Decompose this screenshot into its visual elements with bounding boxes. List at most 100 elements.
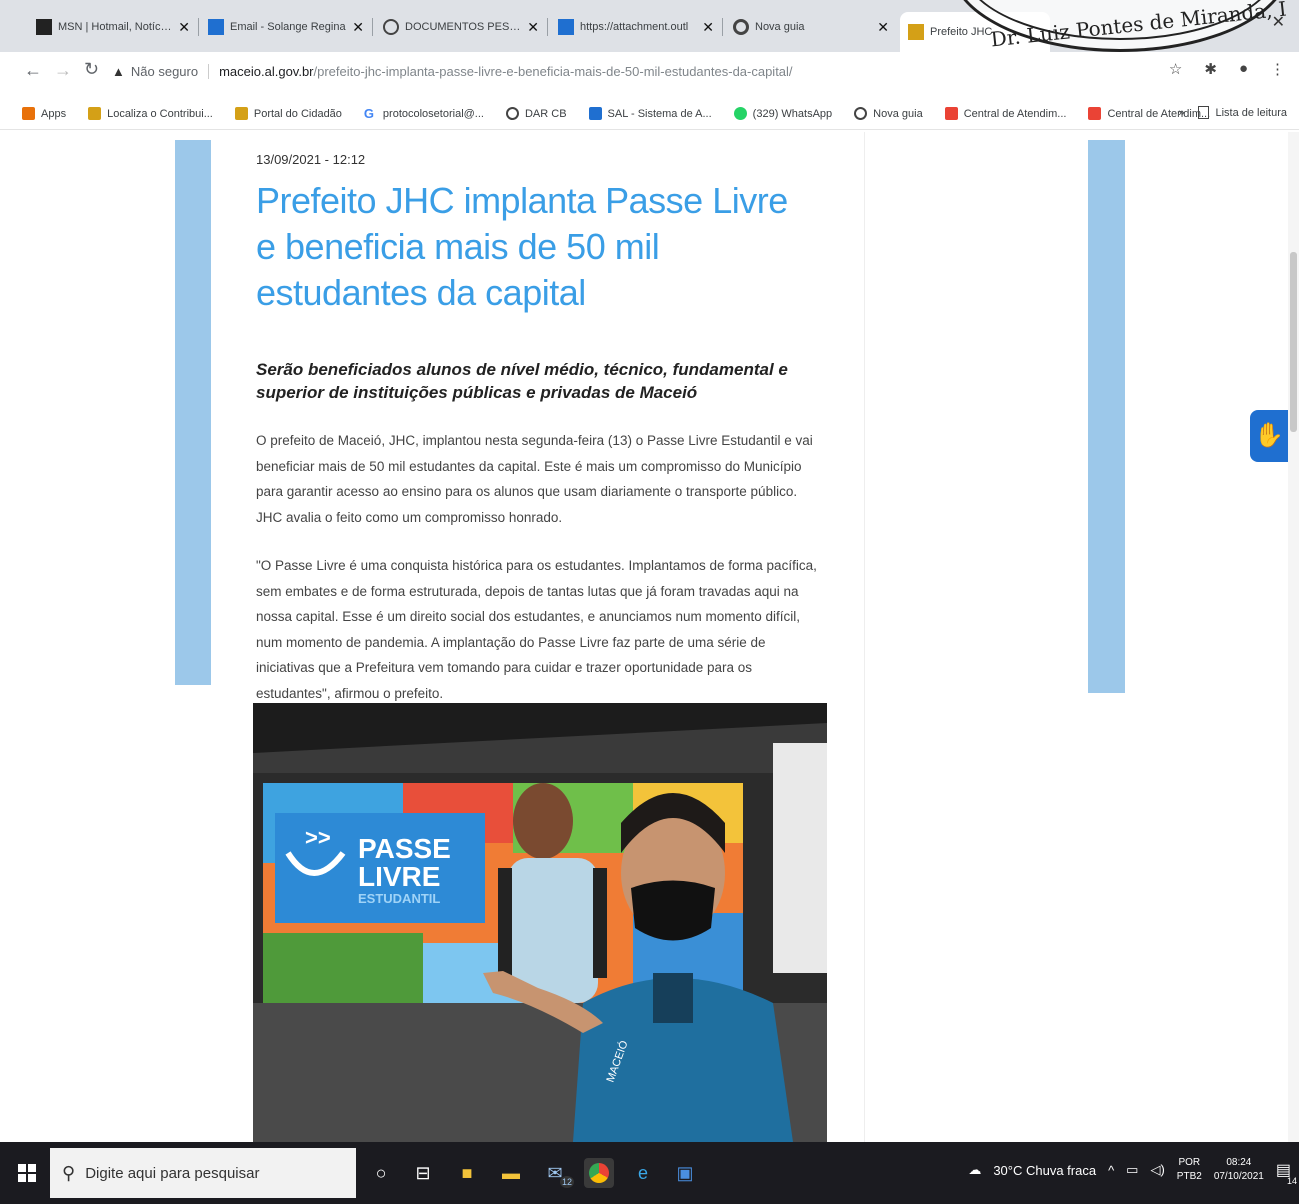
left-accent-bar xyxy=(175,140,211,685)
close-icon[interactable]: ✕ xyxy=(527,19,539,36)
close-icon[interactable]: ✕ xyxy=(877,19,889,36)
tab-label: Nova guia xyxy=(755,21,805,33)
article-subtitle: Serão beneficiados alunos de nível médio… xyxy=(256,360,788,402)
msn-icon xyxy=(36,19,52,35)
bookmark-item[interactable]: DAR CB xyxy=(505,107,567,120)
chrome-icon xyxy=(733,19,749,35)
tab-label: https://attachment.outl xyxy=(580,21,689,33)
tab-email[interactable]: Email - Solange Regina ✕ xyxy=(200,10,372,44)
menu-icon[interactable]: ⋮ xyxy=(1270,60,1285,78)
bookmark-item[interactable]: Gprotocolosetorial@... xyxy=(363,107,484,120)
tab-documentos[interactable]: DOCUMENTOS PESSOAIS ✕ xyxy=(375,10,547,44)
tab-label: Email - Solange Regina xyxy=(230,21,346,33)
tray-chevron-icon[interactable]: ^ xyxy=(1108,1163,1114,1178)
screenshot-root: MSN | Hotmail, Notícias ✕ Email - Solang… xyxy=(0,0,1299,1204)
network-icon[interactable]: ▭ xyxy=(1126,1162,1138,1178)
cortana-icon[interactable]: ○ xyxy=(366,1158,396,1188)
more-bookmarks-button[interactable]: » xyxy=(1178,107,1184,119)
banner-text: ESTUDANTIL xyxy=(358,891,440,906)
article-paragraph: O prefeito de Maceió, JHC, implantou nes… xyxy=(256,433,813,525)
article-title: Prefeito JHC implanta Passe Livre e bene… xyxy=(256,180,788,313)
task-view-icon[interactable]: ⊟ xyxy=(408,1158,438,1188)
tab-label: MSN | Hotmail, Notícias xyxy=(58,21,173,33)
windows-taskbar: ⚲ Digite aqui para pesquisar ○ ⊟ ■ ▬ ✉ 12… xyxy=(0,1142,1299,1204)
banner-text: PASSE xyxy=(358,833,451,864)
language-indicator[interactable]: POR PTB2 xyxy=(1177,1156,1202,1184)
right-accent-bar xyxy=(1088,140,1125,693)
bookmark-item[interactable]: Portal do Cidadão xyxy=(234,107,342,120)
notification-icon[interactable]: ▤ 14 xyxy=(1276,1160,1297,1186)
globe-icon xyxy=(383,19,399,35)
photo-illustration: >> PASSE LIVRE ESTUDANTIL MACEIÓ xyxy=(253,703,827,1142)
reload-icon[interactable]: ↻ xyxy=(84,59,99,80)
url-path: /prefeito-jhc-implanta-passe-livre-e-ben… xyxy=(313,63,793,79)
star-icon[interactable]: ☆ xyxy=(1169,60,1182,78)
bookmark-favicon-icon xyxy=(88,107,102,120)
store-icon[interactable]: ■ xyxy=(452,1158,482,1188)
tab-attachment[interactable]: https://attachment.outl ✕ xyxy=(550,10,722,44)
forward-arrow-icon[interactable]: → xyxy=(54,60,72,81)
taskbar-search-box[interactable]: ⚲ Digite aqui para pesquisar xyxy=(50,1148,356,1198)
tab-nova-guia[interactable]: Nova guia ✕ xyxy=(725,10,897,44)
warning-icon[interactable]: ▲ xyxy=(112,64,125,79)
bookmarks-right: » Lista de leitura xyxy=(1178,106,1287,119)
bookmarks-bar: Apps Localiza o Contribui... Portal do C… xyxy=(0,98,1299,130)
bookmark-item[interactable]: Central de Atendim... xyxy=(944,107,1066,120)
article-photo: >> PASSE LIVRE ESTUDANTIL MACEIÓ xyxy=(253,703,827,1142)
bookmark-item[interactable]: Nova guia xyxy=(854,107,923,120)
reading-list-label: Lista de leitura xyxy=(1215,106,1287,119)
weather-label[interactable]: 30°C Chuva fraca xyxy=(993,1163,1096,1178)
notification-badge: 14 xyxy=(1286,1176,1297,1186)
svg-text:>>: >> xyxy=(305,825,331,850)
mail-badge: 12 xyxy=(559,1176,574,1188)
weather-cloud-icon[interactable]: ☁ xyxy=(968,1162,981,1178)
bookmark-item[interactable]: Localiza o Contribui... xyxy=(88,107,213,120)
url-host: maceio.al.gov.br xyxy=(219,63,314,79)
extensions-icon[interactable]: ✱ xyxy=(1204,60,1217,78)
page-content: ✋ 13/09/2021 - 12:12 Prefeito JHC implan… xyxy=(0,132,1299,1142)
chrome-taskbar-icon[interactable] xyxy=(584,1158,614,1188)
search-icon: ⚲ xyxy=(62,1162,76,1183)
reading-list-icon xyxy=(1198,106,1210,119)
article-paragraph: "O Passe Livre é uma conquista histórica… xyxy=(256,558,817,701)
outlook-taskbar-icon[interactable]: ▣ xyxy=(670,1158,700,1188)
address-bar[interactable]: ▲ Não seguro maceio.al.gov.br /prefeito-… xyxy=(112,57,1162,85)
not-secure-label[interactable]: Não seguro xyxy=(131,63,210,79)
bookmark-item[interactable]: (329) WhatsApp xyxy=(733,107,832,120)
bookmark-favicon-icon xyxy=(1088,107,1102,120)
back-arrow-icon[interactable]: ← xyxy=(24,60,42,81)
scrollbar-thumb[interactable] xyxy=(1290,252,1297,432)
file-explorer-icon[interactable]: ▬ xyxy=(496,1158,526,1188)
windows-start-icon[interactable] xyxy=(18,1164,36,1182)
bookmark-favicon-icon xyxy=(588,107,602,120)
sidebar-divider xyxy=(864,132,865,1142)
close-icon[interactable]: ✕ xyxy=(352,19,364,36)
outlook-icon xyxy=(208,19,224,35)
profile-icon[interactable]: ● xyxy=(1239,60,1248,78)
bookmark-item[interactable]: SAL - Sistema de A... xyxy=(588,107,712,120)
article-date: 13/09/2021 - 12:12 xyxy=(256,152,366,167)
system-tray: ☁ 30°C Chuva fraca ^ ▭ ◁) POR PTB2 08:24… xyxy=(968,1156,1297,1186)
outlook-icon xyxy=(558,19,574,35)
tab-msn[interactable]: MSN | Hotmail, Notícias ✕ xyxy=(28,10,198,44)
bookmark-favicon-icon xyxy=(944,107,958,120)
edge-icon[interactable]: e xyxy=(628,1158,658,1188)
bookmark-item[interactable]: Apps xyxy=(22,107,66,120)
apps-grid-icon xyxy=(22,107,35,120)
google-icon: G xyxy=(363,107,377,120)
globe-icon xyxy=(505,107,519,120)
search-placeholder: Digite aqui para pesquisar xyxy=(85,1164,260,1182)
toolbar-icons: ☆ ✱ ● ⋮ xyxy=(1169,60,1285,78)
whatsapp-icon xyxy=(733,107,747,120)
close-icon[interactable]: ✕ xyxy=(702,19,714,36)
banner-text: LIVRE xyxy=(358,861,440,892)
sign-language-icon[interactable]: ✋ xyxy=(1250,410,1288,462)
bookmark-favicon-icon xyxy=(234,107,248,120)
tab-label: DOCUMENTOS PESSOAIS xyxy=(405,21,521,33)
globe-icon xyxy=(854,107,868,120)
clock[interactable]: 08:24 07/10/2021 xyxy=(1214,1156,1264,1184)
mail-icon[interactable]: ✉ 12 xyxy=(540,1158,574,1188)
reading-list-button[interactable]: Lista de leitura xyxy=(1198,106,1287,119)
close-icon[interactable]: ✕ xyxy=(178,19,190,36)
volume-icon[interactable]: ◁) xyxy=(1150,1162,1164,1178)
